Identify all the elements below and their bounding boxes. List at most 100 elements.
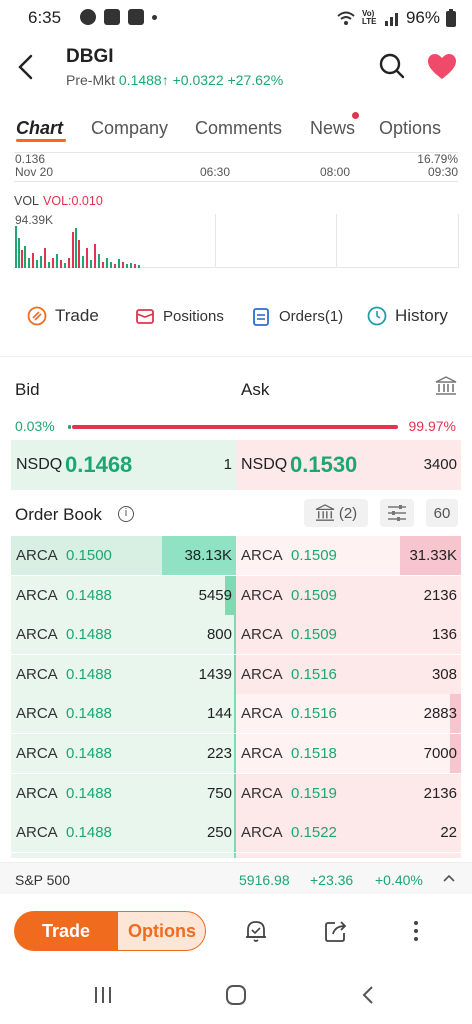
bid-exchange: ARCA <box>16 547 58 564</box>
ask-price: 0.1509 <box>291 586 337 604</box>
ask-level[interactable]: ARCA 0.1519 2136 <box>236 773 461 813</box>
order-book-row: ARCA 0.1488 750 ARCA 0.1519 2136 <box>11 773 461 814</box>
index-name: S&P 500 <box>15 872 71 888</box>
chevron-up-icon[interactable] <box>443 874 455 882</box>
best-bid[interactable]: NSDQ 0.1468 1 <box>11 440 236 490</box>
search-icon[interactable] <box>379 53 405 79</box>
up-arrow-icon: ↑ <box>161 72 169 88</box>
settings-sliders-button[interactable] <box>380 499 414 527</box>
ask-price: 0.1518 <box>291 745 337 762</box>
ask-level[interactable]: ARCA 0.1522 22 <box>236 813 461 853</box>
order-book-table: ARCA 0.1500 38.13K ARCA 0.1509 31.33K ARCA 0.14… <box>11 536 461 858</box>
bid-level[interactable]: ARCA 0.1488 5459 <box>11 575 236 615</box>
index-ticker-bar[interactable]: S&P 500 5916.98 +23.36 +0.40% <box>0 862 472 894</box>
action-orders[interactable]: Orders(1) <box>251 306 343 326</box>
index-change: +23.36 <box>310 872 354 888</box>
action-positions[interactable]: Positions <box>135 306 224 326</box>
ask-size: 2883 <box>423 705 457 723</box>
ask-exchange: ARCA <box>241 626 283 644</box>
share-icon[interactable] <box>323 918 349 944</box>
bid-level[interactable]: ARCA 0.1488 144 <box>11 694 236 734</box>
bid-price: 0.1488 <box>66 784 112 802</box>
battery-percent: 96% <box>405 8 440 27</box>
ask-level[interactable]: ARCA0.15231000 <box>236 852 461 858</box>
bid-level[interactable]: ARCA 0.1488 1439 <box>11 654 236 694</box>
bank-icon[interactable] <box>435 376 457 396</box>
more-notifications-icon <box>152 14 157 20</box>
action-trade[interactable]: Trade <box>27 306 99 326</box>
ask-level[interactable]: ARCA 0.1509 2136 <box>236 575 461 615</box>
bid-price: 0.1488 <box>66 745 112 762</box>
premarket-quote: Pre-Mkt 0.1488↑ +0.0322 +27.62% <box>66 72 283 88</box>
bid-price: 0.1500 <box>66 547 112 564</box>
exchanges-filter-button[interactable]: (2) <box>304 499 368 527</box>
tab-options[interactable]: Options <box>379 118 441 139</box>
bid-ratio-pct: 0.03% <box>15 418 55 434</box>
best-bid-price: 0.1468 <box>65 452 133 477</box>
action-history[interactable]: History <box>367 306 448 326</box>
trade-button[interactable]: Trade <box>14 911 118 951</box>
bid-ratio-bar <box>68 425 71 429</box>
depth-selector[interactable]: 60 <box>426 499 458 527</box>
chart-area[interactable]: 0.136 Nov 20 06:30 08:00 16.79% 09:30 VO… <box>0 148 472 278</box>
home-icon[interactable] <box>225 984 247 1006</box>
notification-icons <box>80 9 157 25</box>
chart-top-line <box>14 152 458 153</box>
ask-level[interactable]: ARCA 0.1516 2883 <box>236 694 461 734</box>
bid-price: 0.1488 <box>66 626 112 644</box>
back-nav-icon[interactable] <box>358 984 380 1006</box>
more-vertical-icon[interactable] <box>403 918 429 944</box>
tab-news[interactable]: News <box>310 118 355 139</box>
info-icon[interactable]: i <box>118 506 134 522</box>
ask-ratio-bar <box>72 425 398 429</box>
ask-level[interactable]: ARCA 0.1518 7000 <box>236 734 461 773</box>
bid-size: 750 <box>206 784 232 802</box>
bid-price: 0.1488 <box>66 586 112 604</box>
ask-size: 2136 <box>423 586 457 604</box>
bid-level[interactable]: ARCA 0.1500 38.13K <box>11 536 236 575</box>
ask-size: 308 <box>431 665 457 683</box>
bid-level[interactable]: ARCA 0.1488 223 <box>11 734 236 773</box>
favorite-heart-icon[interactable] <box>428 54 456 80</box>
tab-company[interactable]: Company <box>91 118 168 139</box>
price-alert-bell-icon[interactable] <box>243 918 269 944</box>
bid-ask-panel: Bid Ask 0.03% 99.97% NSDQ 0.1468 1 NSDQ … <box>0 360 472 490</box>
ask-ratio-pct: 99.97% <box>408 418 456 434</box>
premarket-price: 0.1488 <box>118 72 162 88</box>
best-ask[interactable]: NSDQ 0.1530 3400 <box>236 440 461 490</box>
bid-level[interactable]: ARCA 0.1488 800 <box>11 615 236 655</box>
exchanges-count: (2) <box>338 504 358 522</box>
recent-apps-icon[interactable] <box>92 984 114 1006</box>
premarket-label: Pre-Mkt <box>66 72 115 88</box>
ask-depth-fill <box>236 852 461 858</box>
ask-level[interactable]: ARCA 0.1509 31.33K <box>236 536 461 575</box>
ask-exchange: ARCA <box>241 547 283 564</box>
bid-level[interactable]: ARCA 0.1488 750 <box>11 773 236 813</box>
bid-level[interactable]: ARCA0.14881500 <box>11 852 236 858</box>
order-book-row: ARCA 0.1488 223 ARCA 0.1518 7000 <box>11 734 461 774</box>
tab-comments[interactable]: Comments <box>195 118 282 139</box>
bid-size: 1439 <box>198 665 232 683</box>
ask-price: 0.1516 <box>291 705 337 723</box>
chart-time-label-2: 08:00 <box>320 165 351 179</box>
chart-price-label: 0.136 <box>15 152 46 166</box>
options-button[interactable]: Options <box>104 911 206 951</box>
trade-icon <box>27 306 47 326</box>
bid-level[interactable]: ARCA 0.1488 250 <box>11 813 236 853</box>
signal-icon <box>384 13 398 26</box>
ask-level[interactable]: ARCA 0.1509 136 <box>236 615 461 655</box>
back-icon[interactable] <box>14 50 38 84</box>
bid-exchange: ARCA <box>16 784 58 802</box>
ask-level[interactable]: ARCA 0.1516 308 <box>236 654 461 694</box>
chart-time-label-1: 06:30 <box>200 165 231 179</box>
tab-chart[interactable]: Chart <box>16 118 63 139</box>
bid-size: 250 <box>206 824 232 842</box>
system-nav-bar <box>0 968 472 1024</box>
bid-size: 223 <box>206 745 232 762</box>
ask-exchange: ARCA <box>241 586 283 604</box>
ask-price: 0.1516 <box>291 665 337 683</box>
order-book-row: ARCA 0.1488 5459 ARCA 0.1509 2136 <box>11 575 461 616</box>
order-book-row: ARCA 0.1488 250 ARCA 0.1522 22 <box>11 813 461 853</box>
bid-exchange: ARCA <box>16 586 58 604</box>
trade-actions: Trade Positions Orders(1) History <box>0 296 472 340</box>
